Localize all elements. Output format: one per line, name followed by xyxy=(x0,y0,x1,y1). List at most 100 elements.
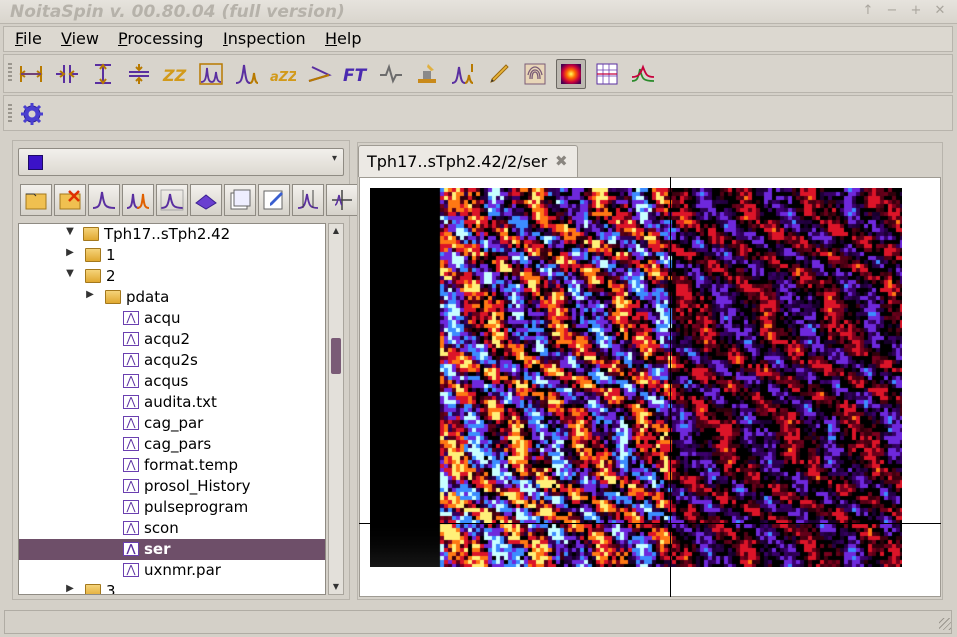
tree-item-label: prosol_History xyxy=(144,477,251,495)
toolbar-grip[interactable] xyxy=(8,63,12,83)
spectrum-icon[interactable] xyxy=(88,184,120,216)
tree-item[interactable]: ▶ pdata xyxy=(19,287,325,308)
crosshair-vertical xyxy=(670,177,671,597)
collapse-arrow-icon[interactable]: ▼ xyxy=(65,226,75,237)
tree-item-label: scon xyxy=(144,519,179,537)
tree-item-label: cag_pars xyxy=(144,435,212,453)
spectrum-file-icon: ⋀ xyxy=(123,521,139,535)
multi-spectrum-icon[interactable] xyxy=(122,184,154,216)
tree-item[interactable]: ⋀ acqu2 xyxy=(19,329,325,350)
title-bar[interactable]: NoitaSpin v. 00.80.04 (full version) ↑ −… xyxy=(0,0,957,24)
spectrum-file-icon: ⋀ xyxy=(123,353,139,367)
folder-pages-icon[interactable] xyxy=(224,184,256,216)
tree-item[interactable]: ⋀ format.temp xyxy=(19,455,325,476)
main-toolbar: ZZ aZZ FT xyxy=(3,54,953,93)
tree-item-root[interactable]: ▼ Tph17..sTph2.42 xyxy=(19,224,325,245)
tree-item[interactable]: ⋀ acqu xyxy=(19,308,325,329)
tree-item[interactable]: ⋀ scon xyxy=(19,518,325,539)
expand-arrow-icon[interactable]: ▶ xyxy=(85,289,95,300)
tree-item[interactable]: ⋀ pulseprogram xyxy=(19,497,325,518)
minimize-button[interactable]: − xyxy=(885,3,899,19)
tree-item[interactable]: ⋀ cag_par xyxy=(19,413,325,434)
azz-icon[interactable]: aZZ xyxy=(268,59,298,89)
scrollbar-thumb[interactable] xyxy=(331,338,341,374)
grid-view-icon[interactable] xyxy=(592,59,622,89)
split-icon[interactable] xyxy=(326,184,358,216)
svg-text:FT: FT xyxy=(343,66,368,86)
zz-icon[interactable]: ZZ xyxy=(160,59,190,89)
expand-arrow-icon[interactable]: ▶ xyxy=(65,247,75,258)
tree-item[interactable]: ⋀ audita.txt xyxy=(19,392,325,413)
vertical-expand-icon[interactable] xyxy=(52,59,82,89)
tree-item[interactable]: ▶ 1 xyxy=(19,245,325,266)
3d-plot-icon[interactable] xyxy=(190,184,222,216)
stamp-icon[interactable] xyxy=(412,59,442,89)
spectrum-file-icon: ⋀ xyxy=(123,437,139,451)
menu-inspection[interactable]: Inspection xyxy=(223,29,306,48)
spectrum-file-icon: ⋀ xyxy=(123,416,139,430)
integral-icon[interactable] xyxy=(292,184,324,216)
tree-item[interactable]: ⋀ acqus xyxy=(19,371,325,392)
tree-item-label: 2 xyxy=(106,267,116,285)
horizontal-expand-icon[interactable] xyxy=(16,59,46,89)
scroll-up-arrow-icon[interactable]: ▲ xyxy=(329,224,343,238)
peak-box-icon[interactable] xyxy=(196,59,226,89)
menu-processing[interactable]: Processing xyxy=(118,29,203,48)
spectrum-file-icon: ⋀ xyxy=(123,542,139,556)
folder-icon xyxy=(85,248,101,262)
svg-text:aZZ: aZZ xyxy=(270,70,296,85)
heatmap-plot[interactable] xyxy=(370,188,902,567)
spectrum-add-icon[interactable] xyxy=(156,184,188,216)
tree-item[interactable]: ⋀ ser xyxy=(19,539,325,560)
tree-item-label: 3 xyxy=(106,582,116,595)
tree-item[interactable]: ▼ 2 xyxy=(19,266,325,287)
fingerprint-icon[interactable] xyxy=(520,59,550,89)
menu-bar: File View Processing Inspection Help xyxy=(3,26,953,52)
edit-icon[interactable] xyxy=(258,184,290,216)
tree-item[interactable]: ⋀ acqu2s xyxy=(19,350,325,371)
phase-icon[interactable] xyxy=(304,59,334,89)
close-window-button[interactable]: ✕ xyxy=(933,3,947,19)
gear-icon[interactable] xyxy=(17,99,47,129)
vertical-range-icon[interactable] xyxy=(88,59,118,89)
open-folder-icon[interactable] xyxy=(20,184,52,216)
maximize-button[interactable]: + xyxy=(909,3,923,19)
tree-item-label: acqu2 xyxy=(144,330,191,348)
overlay-spectra-icon[interactable] xyxy=(628,59,658,89)
keep-above-button[interactable]: ↑ xyxy=(861,3,875,19)
peak-pick-icon[interactable] xyxy=(448,59,478,89)
tree-item-label: ser xyxy=(144,540,171,558)
tree-item-label: 1 xyxy=(106,246,116,264)
tree-item[interactable]: ▶ 3 xyxy=(19,581,325,595)
menu-file[interactable]: File xyxy=(15,29,42,48)
color-select-dropdown[interactable]: ▾ xyxy=(18,148,344,176)
tree-scrollbar[interactable]: ▲ ▼ xyxy=(328,223,344,595)
expand-arrow-icon[interactable]: ▶ xyxy=(65,583,75,594)
scroll-down-arrow-icon[interactable]: ▼ xyxy=(329,580,343,594)
tree-item[interactable]: ⋀ prosol_History xyxy=(19,476,325,497)
pencil-icon[interactable] xyxy=(484,59,514,89)
tree-item-label: audita.txt xyxy=(144,393,217,411)
tree-item-label: acqu xyxy=(144,309,181,327)
menu-help[interactable]: Help xyxy=(325,29,361,48)
tree-item-label: acqu2s xyxy=(144,351,198,369)
resize-grip[interactable] xyxy=(939,618,951,630)
single-peak-icon[interactable] xyxy=(232,59,262,89)
collapse-arrow-icon[interactable]: ▼ xyxy=(65,268,75,279)
toolbar-grip[interactable] xyxy=(8,104,12,124)
tab-ser[interactable]: Tph17..sTph2.42/2/ser ✖ xyxy=(358,145,578,177)
tree-item-label: format.temp xyxy=(144,456,239,474)
ft-icon[interactable]: FT xyxy=(340,59,370,89)
tree-item[interactable]: ⋀ uxnmr.par xyxy=(19,560,325,581)
tree-item[interactable]: ⋀ cag_pars xyxy=(19,434,325,455)
close-tab-icon[interactable]: ✖ xyxy=(555,152,568,170)
waveform-icon[interactable] xyxy=(376,59,406,89)
file-tree[interactable]: ▼ Tph17..sTph2.42 ▶ 1 ▼ 2 ▶ pdata ⋀ acqu ⋀ acqu2 ⋀… xyxy=(18,223,326,595)
spectrum-file-icon: ⋀ xyxy=(123,479,139,493)
heatmap-view-icon[interactable] xyxy=(556,59,586,89)
chevron-down-icon[interactable]: ▾ xyxy=(332,153,337,164)
menu-view[interactable]: View xyxy=(61,29,99,48)
folder-icon xyxy=(105,290,121,304)
horizontal-compress-icon[interactable] xyxy=(124,59,154,89)
close-folder-icon[interactable] xyxy=(54,184,86,216)
